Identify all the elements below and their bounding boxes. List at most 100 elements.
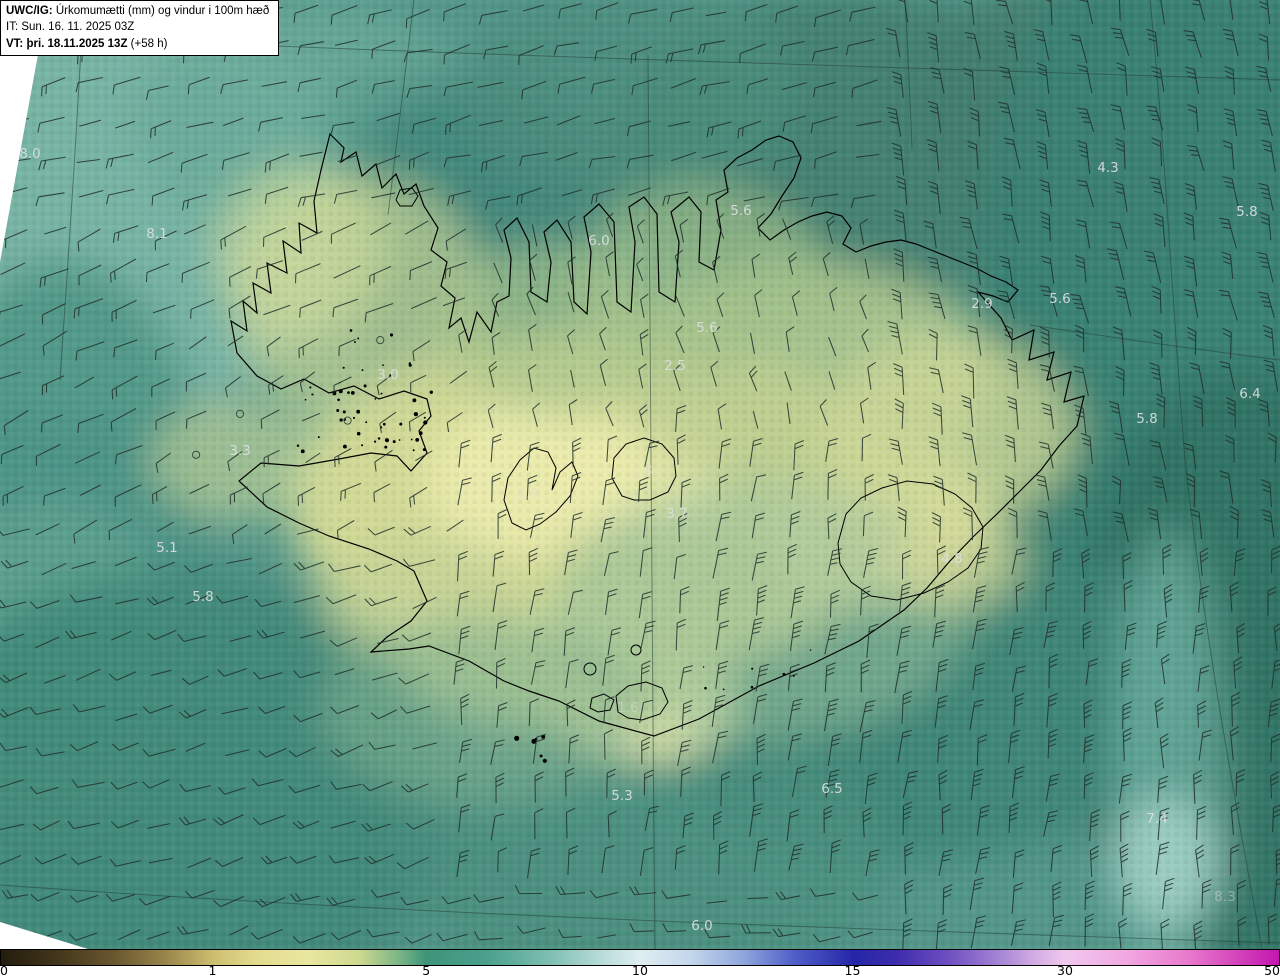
islet-dot <box>399 422 403 426</box>
islet-dot <box>389 333 394 337</box>
precip-value-label: 3.7 <box>666 506 687 522</box>
colorbar-tick-label: 15 <box>844 963 861 978</box>
product-title-line: UWC/IG: Úrkomumætti (mm) og vindur i 100… <box>6 3 269 19</box>
islet-dot <box>380 392 383 395</box>
islet-dot <box>356 409 361 414</box>
islet-dot <box>722 688 725 691</box>
islet-dot <box>337 398 340 402</box>
precip-value-label: 2.9 <box>971 296 992 312</box>
precip-value-label: 3.3 <box>229 443 250 459</box>
lead-time: (+58 h) <box>127 37 168 50</box>
precip-value-label: 5.8 <box>1136 411 1157 427</box>
precip-value-label: 5.8 <box>1236 204 1257 220</box>
islet-dot <box>349 329 353 332</box>
islet-dot <box>361 444 364 447</box>
islet-dot <box>347 391 350 394</box>
precip-value-label: 6.0 <box>691 918 712 934</box>
islet-dot <box>296 444 300 447</box>
islet-dot <box>373 440 377 443</box>
islet-dot <box>410 438 413 441</box>
precip-value-label: 5.1 <box>156 540 177 556</box>
precip-value-label: 7.4 <box>1146 811 1167 827</box>
islet-dot <box>751 667 754 670</box>
islet-dot <box>356 431 361 436</box>
islet-dot <box>412 449 415 452</box>
islet-dot <box>423 420 428 425</box>
islet-dot <box>342 366 345 369</box>
colorbar-tick-label: 50 <box>1264 963 1280 978</box>
islet-dot <box>412 398 417 403</box>
islet-dot <box>363 384 367 388</box>
precip-value-label: 1.6 <box>617 700 638 716</box>
precip-value-label: 8.1 <box>146 226 167 242</box>
islet-dot <box>357 337 360 340</box>
title-box: UWC/IG: Úrkomumætti (mm) og vindur i 100… <box>0 0 280 56</box>
colorbar-tick-label: 0 <box>0 963 8 978</box>
islet-dot <box>336 409 340 412</box>
islet-dot <box>392 440 396 444</box>
weather-map-stage: 8.0 8.1 6.0 5.6 5.6 2.5 3.0 3.3 2.9 5.6 4.3 5.8 5.8 6… <box>0 0 1280 978</box>
islet-dot <box>413 411 419 417</box>
islet-dot <box>350 391 355 395</box>
islet-dot <box>415 438 420 442</box>
islet-dot <box>342 410 346 414</box>
precip-value-label: 2.0 <box>517 486 538 502</box>
precip-value-label: 5.6 <box>1049 291 1070 307</box>
precip-value-label: 8.3 <box>1214 889 1235 905</box>
precip-value-label: 8.0 <box>19 146 40 162</box>
islet-dot <box>309 386 312 389</box>
model-name: UWC/IG: <box>6 5 53 17</box>
islet-dot <box>418 431 423 436</box>
islet-dot <box>423 416 426 419</box>
islet-dot <box>514 735 520 741</box>
islet-dot <box>422 448 426 452</box>
islet-dot <box>342 444 347 449</box>
islet-dot <box>352 416 356 419</box>
islet-dot <box>338 389 343 394</box>
islet-dot <box>809 649 812 651</box>
precip-value-label: 5.3 <box>611 788 632 804</box>
islet-dot <box>354 341 356 344</box>
islet-dot <box>339 418 343 422</box>
islet-dot <box>782 672 786 676</box>
islet-dot <box>365 421 368 424</box>
precipitation-wind-map: 8.0 8.1 6.0 5.6 5.6 2.5 3.0 3.3 2.9 5.6 4.3 5.8 5.8 6… <box>0 0 1280 949</box>
islet-dot <box>750 685 754 689</box>
valid-time-line: VT: þri. 18.11.2025 13Z (+58 h) <box>6 36 269 52</box>
islet-dot <box>384 438 390 443</box>
colorbar: 0 1 5 10 15 30 50 <box>0 949 1280 978</box>
init-time-line: IT: Sun. 16. 11. 2025 03Z <box>6 21 135 34</box>
precip-value-label: 4.8 <box>941 551 962 567</box>
colorbar-tick-labels: 0 1 5 10 15 30 50 <box>0 963 1280 978</box>
islet-dot <box>429 390 433 394</box>
islet-dot <box>702 666 705 668</box>
valid-time: VT: þri. 18.11.2025 13Z <box>6 37 128 50</box>
islet-dot <box>539 754 543 758</box>
islet-dot <box>384 445 388 449</box>
precip-value-label: 5.8 <box>192 589 213 605</box>
precip-value-label: 6.0 <box>588 233 609 249</box>
precip-value-label: 5.6 <box>696 320 717 336</box>
colorbar-tick-label: 1 <box>208 963 217 978</box>
colorbar-tick-label: 5 <box>422 963 431 978</box>
islet-dot <box>377 437 381 440</box>
product-title: Úrkomumætti (mm) og vindur i 100m hæð <box>52 5 270 17</box>
precip-value-label: 4.3 <box>1097 160 1118 176</box>
islet-dot <box>408 362 411 365</box>
colorbar-tick-label: 10 <box>632 963 648 978</box>
precip-value-label: 1.8 <box>631 463 652 479</box>
islet-dot <box>300 449 305 454</box>
islet-dot <box>398 439 401 441</box>
islet-dot <box>311 393 314 396</box>
islet-dot <box>382 422 386 426</box>
precip-value-label: 6.4 <box>1239 386 1260 402</box>
precip-value-label: 3.0 <box>377 367 398 383</box>
islet-dot <box>704 686 707 690</box>
islet-dot <box>382 364 384 366</box>
precip-value-label: 5.6 <box>730 203 751 219</box>
islet-dot <box>374 398 377 400</box>
precip-value-label: 6.5 <box>821 781 842 797</box>
precip-value-label: 2.5 <box>664 358 685 374</box>
islet-dot <box>317 436 320 439</box>
colorbar-tick-label: 30 <box>1057 963 1073 978</box>
